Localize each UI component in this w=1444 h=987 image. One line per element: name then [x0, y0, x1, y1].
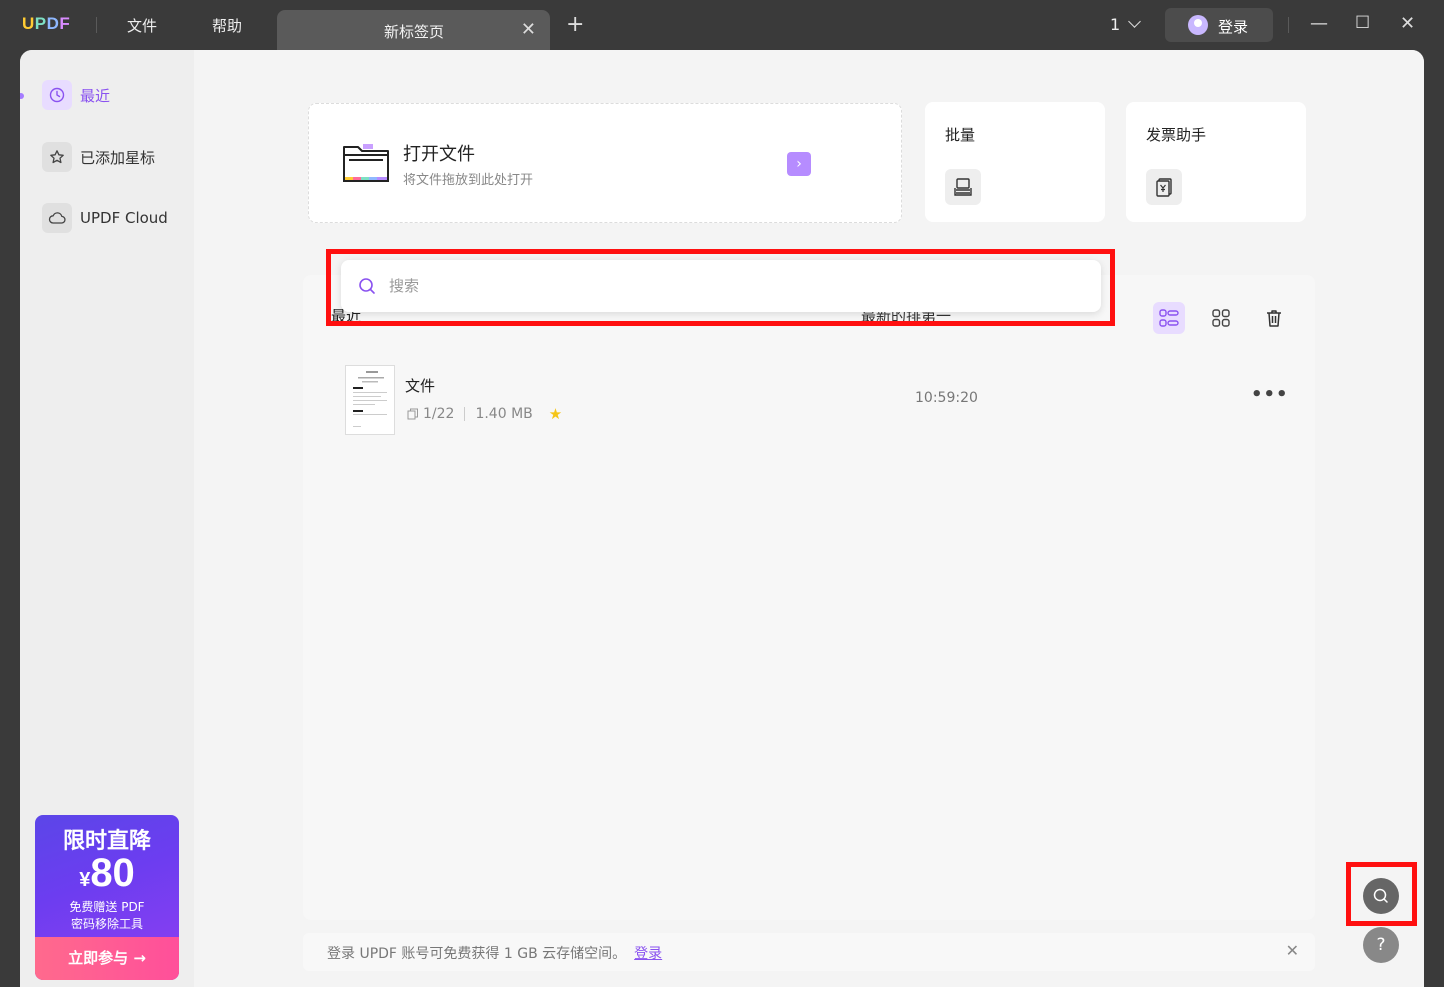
sidebar-item-cloud[interactable]: UPDF Cloud	[42, 203, 168, 233]
file-size: 1.40 MB	[475, 406, 533, 422]
promo-join-button[interactable]: 立即参与 →	[35, 937, 179, 980]
file-thumbnail	[345, 365, 395, 435]
tab-close-icon[interactable]: ✕	[521, 19, 536, 40]
promo-currency: ¥	[79, 869, 91, 891]
list-view-icon	[1159, 309, 1179, 327]
promo-amount: 80	[90, 851, 135, 895]
main-window: 最近 已添加星标 UPDF Cloud 限时直降 ¥80 免费赠送 PDF 密码移…	[20, 50, 1424, 987]
promo-banner[interactable]: 限时直降 ¥80 免费赠送 PDF 密码移除工具 立即参与 →	[35, 815, 179, 980]
promo-price: ¥80	[35, 851, 179, 896]
pages-icon	[407, 408, 418, 420]
list-view-button[interactable]	[1153, 302, 1185, 334]
promo-line: 密码移除工具	[70, 917, 143, 931]
add-tab-button[interactable]: +	[566, 14, 584, 36]
divider	[464, 407, 466, 421]
help-button[interactable]: ?	[1363, 927, 1399, 963]
sidebar-item-label: 最近	[80, 86, 111, 105]
logo-letter: F	[59, 14, 71, 33]
login-label: 登录	[1218, 18, 1249, 36]
sidebar-item-recent[interactable]: 最近	[42, 80, 110, 110]
open-file-arrow-button[interactable]: ›	[787, 152, 811, 176]
avatar	[1188, 15, 1208, 35]
grid-view-button[interactable]	[1205, 302, 1237, 334]
grid-view-icon	[1212, 309, 1230, 327]
promo-description: 免费赠送 PDF 密码移除工具	[35, 899, 179, 933]
batch-tool-card[interactable]: 批量	[925, 102, 1105, 222]
star-icon	[42, 142, 72, 172]
divider	[96, 17, 97, 33]
menu-help[interactable]: 帮助	[212, 15, 242, 36]
content-area: 打开文件 将文件拖放到此处打开 › 批量 发票助手 最近 最新的排第一 文件 1…	[194, 50, 1424, 987]
login-button[interactable]: 登录	[1165, 8, 1273, 42]
highlight-box	[1346, 862, 1417, 926]
tab-new[interactable]: 新标签页 ✕	[277, 10, 550, 50]
sidebar: 最近 已添加星标 UPDF Cloud 限时直降 ¥80 免费赠送 PDF 密码移…	[20, 50, 194, 987]
tab-title: 新标签页	[384, 23, 445, 41]
clock-icon	[42, 80, 72, 110]
invoice-tool-card[interactable]: 发票助手	[1126, 102, 1306, 222]
folder-icon	[343, 144, 389, 182]
title-bar: UPDF 文件 帮助 新标签页 ✕ + 1 登录 — ☐ ✕	[0, 0, 1444, 50]
close-window-button[interactable]: ✕	[1400, 13, 1415, 34]
notice-message: 登录 UPDF 账号可免费获得 1 GB 云存储空间。	[327, 946, 627, 962]
notice-text: 登录 UPDF 账号可免费获得 1 GB 云存储空间。 登录	[327, 943, 662, 963]
logo-letter: U	[22, 14, 35, 33]
batch-stack-icon	[945, 169, 981, 205]
cloud-notice-bar: 登录 UPDF 账号可免费获得 1 GB 云存储空间。 登录 ✕	[303, 933, 1315, 971]
logo-letter: D	[46, 14, 60, 33]
tab-count: 1	[1110, 15, 1121, 34]
file-pages: 1/22	[423, 406, 455, 422]
notice-login-link[interactable]: 登录	[634, 946, 662, 962]
file-meta: 1/22 1.40 MB ★	[407, 405, 562, 423]
updf-logo[interactable]: UPDF	[22, 14, 70, 34]
star-icon[interactable]: ★	[549, 405, 562, 423]
sidebar-item-starred[interactable]: 已添加星标	[42, 142, 155, 172]
active-indicator	[20, 90, 26, 104]
file-time: 10:59:20	[915, 390, 978, 406]
logo-letter: P	[34, 14, 47, 33]
sidebar-item-label: 已添加星标	[80, 148, 156, 167]
open-file-title: 打开文件	[403, 144, 475, 165]
more-options-icon[interactable]: •••	[1251, 384, 1289, 405]
divider	[1288, 17, 1289, 33]
tab-count-dropdown[interactable]: 1	[1110, 15, 1142, 34]
maximize-button[interactable]: ☐	[1355, 13, 1370, 33]
trash-icon	[1267, 310, 1281, 327]
cloud-icon	[42, 203, 72, 233]
sidebar-item-label: UPDF Cloud	[80, 209, 168, 227]
highlight-box	[326, 249, 1115, 326]
file-row[interactable]: 文件 1/22 1.40 MB ★ 10:59:20 •••	[303, 360, 1315, 440]
recent-files-panel: 最近 最新的排第一 文件 1/22 1.40 MB ★ 10:59:20 •••	[303, 275, 1315, 920]
delete-button[interactable]	[1258, 302, 1290, 334]
menu-file[interactable]: 文件	[127, 15, 157, 36]
open-file-card[interactable]: 打开文件 将文件拖放到此处打开 ›	[308, 103, 902, 223]
promo-line: 免费赠送 PDF	[69, 900, 145, 914]
tool-title: 批量	[945, 126, 976, 144]
invoice-icon	[1146, 169, 1182, 205]
file-name: 文件	[405, 377, 436, 395]
notice-close-icon[interactable]: ✕	[1286, 941, 1299, 960]
chevron-down-icon	[1128, 15, 1142, 28]
open-file-subtitle: 将文件拖放到此处打开	[403, 173, 534, 188]
tool-title: 发票助手	[1146, 126, 1207, 144]
minimize-button[interactable]: —	[1310, 13, 1328, 34]
